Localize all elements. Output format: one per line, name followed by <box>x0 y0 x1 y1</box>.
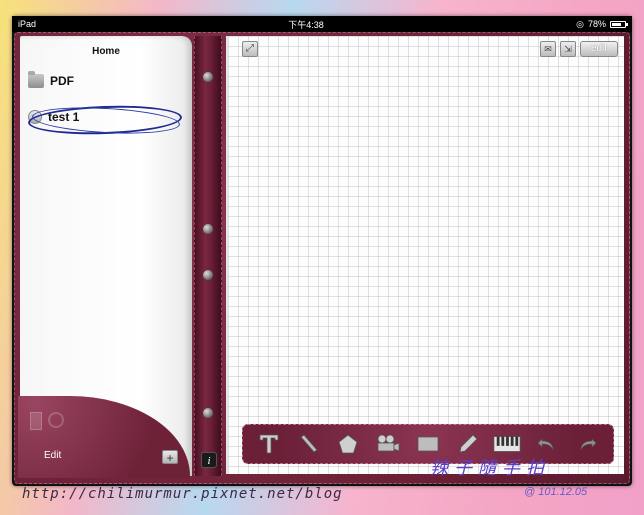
battery-percent: 78% <box>587 19 606 29</box>
add-item-button[interactable]: + <box>162 450 178 465</box>
rivet-icon <box>203 224 213 234</box>
battery-icon <box>609 20 628 28</box>
export-icon[interactable]: ⇲ <box>560 41 576 57</box>
device-label: iPad <box>18 19 37 29</box>
rivet-icon <box>203 270 213 280</box>
canvas-top-tools: ✉ ⇲ edit <box>540 41 618 57</box>
sidebar-item-label: PDF <box>50 74 74 88</box>
canvas-edit-button[interactable]: edit <box>580 41 618 57</box>
redo-icon[interactable] <box>573 431 601 457</box>
zoom-icon[interactable]: ⤢ <box>242 41 258 57</box>
clock: 下午4:38 <box>288 19 324 30</box>
sidebar-title: Home <box>92 46 120 57</box>
book-icon[interactable] <box>30 412 42 430</box>
mail-icon[interactable]: ✉ <box>540 41 556 57</box>
sidebar-item-pdf[interactable]: PDF <box>28 71 74 88</box>
lock-icon: ◎ <box>576 18 584 29</box>
text-icon[interactable] <box>255 431 283 457</box>
sidebar-edit-button[interactable]: Edit <box>44 450 61 461</box>
tool-palette <box>242 424 614 464</box>
folder-icon <box>28 71 44 88</box>
status-bar: iPad 下午4:38 ◎ 78% <box>12 16 632 32</box>
watermark-url: http://chilimurmur.pixnet.net/blog <box>22 486 343 502</box>
watermark-signature: 辣子隨手拍 <box>430 458 550 479</box>
gear-icon[interactable] <box>48 412 64 428</box>
rivet-icon <box>203 408 213 418</box>
watermark-date: @ 101.12.05 <box>524 486 588 498</box>
sidebar-footer-icons <box>30 412 64 430</box>
rivet-icon <box>203 72 213 82</box>
drawing-canvas[interactable] <box>226 36 624 474</box>
line-icon[interactable] <box>295 431 323 457</box>
pentagon-icon[interactable] <box>334 431 362 457</box>
info-button[interactable]: i <box>201 452 217 468</box>
camera-icon[interactable] <box>374 431 402 457</box>
status-right: ◎ 78% <box>576 18 628 30</box>
